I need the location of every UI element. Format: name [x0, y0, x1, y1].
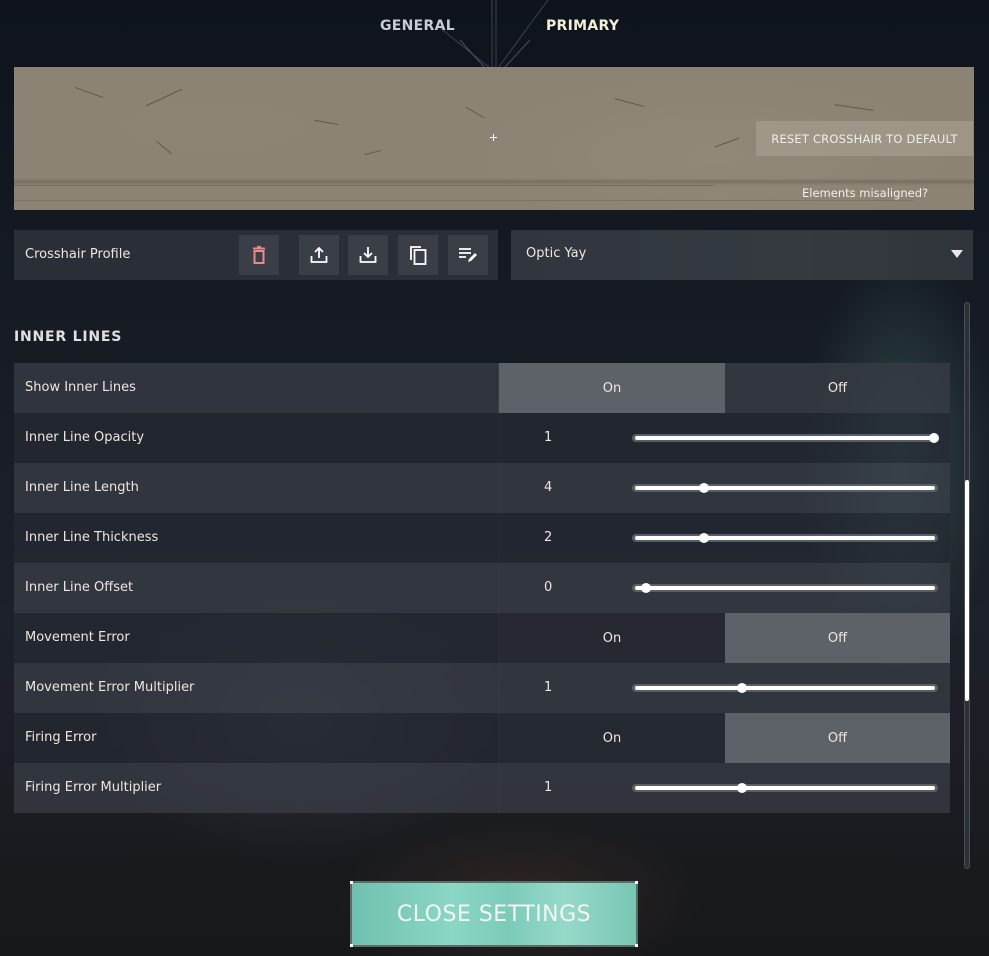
- tabs-decoration: [439, 0, 549, 68]
- setting-label: Firing Error: [25, 730, 97, 745]
- setting-row-inner-line-length: Inner Line Length 4: [14, 463, 950, 513]
- row-divider: [498, 663, 499, 713]
- slider-thumb[interactable]: [736, 783, 747, 793]
- slider-fill: [635, 586, 935, 590]
- setting-label: Show Inner Lines: [25, 380, 136, 395]
- toggle-on-option[interactable]: On: [499, 713, 725, 763]
- chevron-down-icon[interactable]: [951, 250, 963, 258]
- slider[interactable]: [632, 681, 938, 695]
- corner-marker: [350, 881, 353, 884]
- slider-fill: [635, 786, 935, 790]
- slider-fill: [635, 686, 935, 690]
- toggle-off-option[interactable]: Off: [725, 363, 950, 413]
- setting-row-inner-line-offset: Inner Line Offset 0: [14, 563, 950, 613]
- slider-fill: [635, 486, 935, 490]
- slider[interactable]: [632, 431, 939, 445]
- setting-label: Firing Error Multiplier: [25, 780, 162, 795]
- tab-primary[interactable]: PRIMARY: [546, 18, 619, 34]
- slider-fill: [635, 536, 935, 540]
- trash-icon: [253, 246, 265, 264]
- import-profile-button[interactable]: [348, 235, 388, 275]
- setting-row-firing-error: Firing Error On Off: [14, 713, 950, 763]
- tab-general[interactable]: GENERAL: [380, 18, 455, 34]
- setting-row-inner-line-thickness: Inner Line Thickness 2: [14, 513, 950, 563]
- upload-icon: [310, 246, 328, 263]
- setting-label: Inner Line Length: [25, 480, 139, 495]
- rename-profile-button[interactable]: [448, 235, 488, 275]
- setting-row-show-inner-lines: Show Inner Lines On Off: [14, 363, 950, 413]
- setting-value: 0: [544, 580, 553, 595]
- elements-misaligned-link[interactable]: Elements misaligned?: [802, 186, 928, 200]
- close-settings-label: CLOSE SETTINGS: [396, 901, 592, 927]
- row-divider: [498, 463, 499, 513]
- crosshair-profile-label: Crosshair Profile: [25, 247, 131, 262]
- slider-thumb[interactable]: [736, 683, 747, 693]
- setting-label: Movement Error: [25, 630, 130, 645]
- setting-value: 4: [544, 480, 553, 495]
- edit-list-icon: [459, 248, 477, 262]
- slider[interactable]: [632, 531, 938, 545]
- crosshair-icon: [488, 132, 499, 143]
- corner-marker: [350, 944, 353, 947]
- row-divider: [498, 513, 499, 563]
- setting-value: 1: [544, 680, 553, 695]
- scrollbar-thumb[interactable]: [965, 480, 969, 701]
- toggle-on-option[interactable]: On: [499, 613, 725, 663]
- row-divider: [498, 413, 499, 463]
- slider-thumb[interactable]: [641, 583, 651, 593]
- profile-select-value: Optic Yay: [526, 246, 587, 261]
- setting-label: Movement Error Multiplier: [25, 680, 195, 695]
- toggle-on-option[interactable]: On: [499, 363, 725, 413]
- reset-crosshair-button[interactable]: RESET CROSSHAIR TO DEFAULT: [756, 121, 973, 156]
- slider[interactable]: [632, 781, 938, 795]
- setting-value: 2: [544, 530, 553, 545]
- toggle-off-option[interactable]: Off: [725, 613, 950, 663]
- setting-row-movement-error-multiplier: Movement Error Multiplier 1: [14, 663, 950, 713]
- close-settings-button[interactable]: CLOSE SETTINGS: [350, 881, 638, 947]
- setting-row-firing-error-multiplier: Firing Error Multiplier 1: [14, 763, 950, 813]
- setting-label: Inner Line Offset: [25, 580, 134, 595]
- setting-row-inner-line-opacity: Inner Line Opacity 1: [14, 413, 950, 463]
- setting-row-movement-error: Movement Error On Off: [14, 613, 950, 663]
- row-divider: [498, 763, 499, 813]
- setting-value: 1: [544, 430, 553, 445]
- slider-thumb[interactable]: [698, 483, 709, 493]
- section-title-inner-lines: INNER LINES: [14, 329, 123, 345]
- slider-thumb[interactable]: [929, 433, 939, 443]
- slider-fill: [635, 436, 935, 440]
- delete-profile-button[interactable]: [239, 235, 279, 275]
- export-profile-button[interactable]: [299, 235, 339, 275]
- slider-thumb[interactable]: [698, 533, 709, 543]
- corner-marker: [635, 944, 638, 947]
- slider[interactable]: [632, 481, 938, 495]
- setting-value: 1: [544, 780, 553, 795]
- copy-icon: [410, 246, 427, 265]
- corner-marker: [635, 881, 638, 884]
- copy-profile-button[interactable]: [398, 235, 438, 275]
- toggle-off-option[interactable]: Off: [725, 713, 950, 763]
- slider[interactable]: [632, 581, 938, 595]
- setting-label: Inner Line Thickness: [25, 530, 159, 545]
- setting-label: Inner Line Opacity: [25, 430, 145, 445]
- download-icon: [359, 247, 377, 263]
- row-divider: [498, 563, 499, 613]
